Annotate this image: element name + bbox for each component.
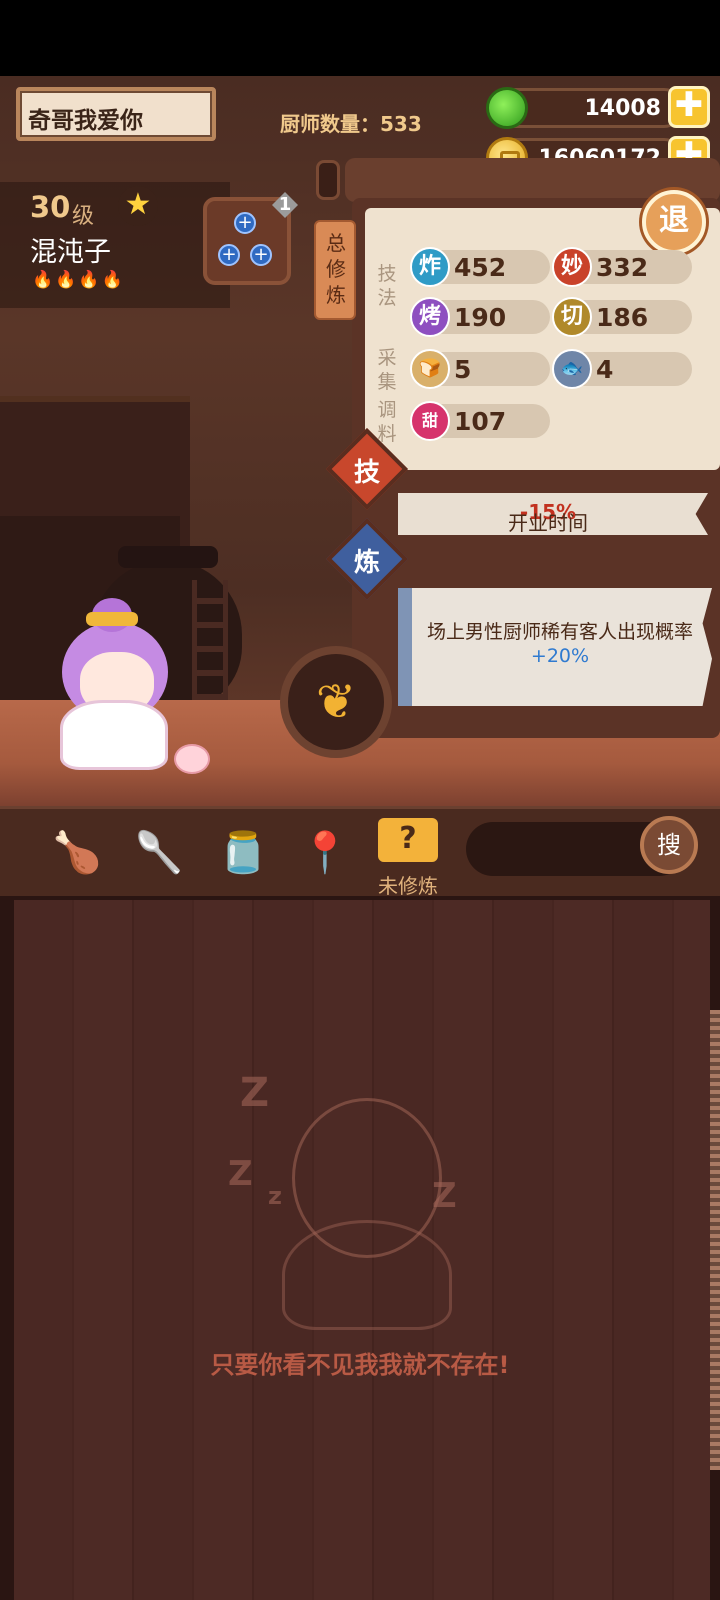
train-effect-stripe — [398, 588, 412, 706]
stat-fry-value: 452 — [454, 253, 507, 282]
chef-avatar-ribbon — [86, 612, 138, 626]
shovel-filter-icon[interactable]: 🥄 — [134, 830, 184, 878]
fish-icon: 🐟 — [552, 349, 592, 389]
stat-stirfry-value: 332 — [596, 253, 649, 282]
chef-level: 30 — [30, 190, 71, 224]
sleep-z-icon: z — [268, 1182, 282, 1210]
bread-icon: 🍞 — [410, 349, 450, 389]
skill-tag-label: 技 — [353, 458, 380, 488]
scroll-knob — [316, 160, 340, 200]
stat-sweet-value: 107 — [454, 407, 507, 436]
sleeping-chef-body — [282, 1220, 452, 1330]
cut-icon: 切 — [552, 297, 592, 337]
empty-state-message: 只要你看不见我我就不存在! — [210, 1351, 510, 1379]
meat-filter-icon[interactable]: 🍗 — [52, 830, 102, 878]
location-filter-icon[interactable]: 📍 — [300, 830, 350, 878]
chef-count-value: 533 — [380, 112, 422, 136]
total-training-label: 总修炼 — [326, 231, 346, 307]
sleep-z-icon: Z — [240, 1070, 270, 1116]
fry-icon: 炸 — [410, 247, 450, 287]
slot-plus-icon: + — [234, 212, 256, 234]
slot-plus-icon: + — [218, 244, 240, 266]
add-jade-button[interactable]: ✚ — [668, 86, 710, 128]
untrained-filter-label: 未修炼 — [378, 874, 438, 898]
sleep-z-icon: Z — [432, 1176, 457, 1216]
star-icon: ★ — [118, 186, 158, 226]
chef-name: 混沌子 — [30, 237, 111, 268]
jade-amount: 14008 — [584, 96, 661, 121]
chef-count-label: 厨师数量： — [280, 112, 380, 136]
train-effect-value: +20% — [530, 645, 590, 667]
slot-plus-icon: + — [250, 244, 272, 266]
stat-fish-value: 4 — [596, 355, 614, 384]
train-effect-text-box: 场上男性厨师稀有客人出现概率+20% — [420, 620, 700, 668]
category-season: 调料 — [377, 399, 397, 445]
roast-icon: 烤 — [410, 297, 450, 337]
pet-pig-icon — [174, 744, 210, 774]
stirfry-icon: 妙 — [552, 247, 592, 287]
equipped-item-button[interactable]: ❦ — [280, 646, 392, 758]
exit-button[interactable]: 退 — [642, 190, 706, 254]
sleep-z-icon: Z — [228, 1154, 253, 1194]
scarf-icon: ❦ — [315, 674, 357, 730]
chef-count: 厨师数量：533 — [280, 108, 422, 137]
skill-effect-text: 开业时间 — [508, 511, 588, 535]
chef-level-unit: 级 — [72, 204, 95, 229]
search-button[interactable]: 搜 — [640, 816, 698, 874]
jade-icon — [486, 87, 528, 129]
category-gather: 采集 — [377, 347, 397, 393]
ladder — [192, 580, 228, 710]
stat-bread-value: 5 — [454, 355, 472, 384]
skill-effect: 开业时间 -15% — [398, 493, 708, 535]
player-name: 奇哥我爱你 — [28, 108, 143, 134]
train-effect-text: 场上男性厨师稀有客人出现概率 — [426, 621, 693, 643]
train-tag-label: 炼 — [353, 548, 380, 578]
chef-avatar-body — [60, 700, 168, 770]
jar-lid — [118, 546, 218, 568]
flame-rating: 🔥🔥🔥🔥 — [32, 270, 125, 290]
stat-cut-value: 186 — [596, 303, 649, 332]
scrollbar[interactable] — [710, 1010, 720, 1470]
stat-roast-value: 190 — [454, 303, 507, 332]
total-training-tab[interactable]: 总修炼 — [314, 220, 356, 320]
status-bar — [0, 0, 720, 76]
jar-filter-icon[interactable]: 🫙 — [218, 830, 268, 878]
player-name-box[interactable]: 奇哥我爱你 — [16, 87, 216, 141]
untrained-filter-icon[interactable]: ? — [378, 818, 438, 862]
sweet-icon: 甜 — [410, 401, 450, 441]
category-technique: 技法 — [377, 263, 397, 309]
